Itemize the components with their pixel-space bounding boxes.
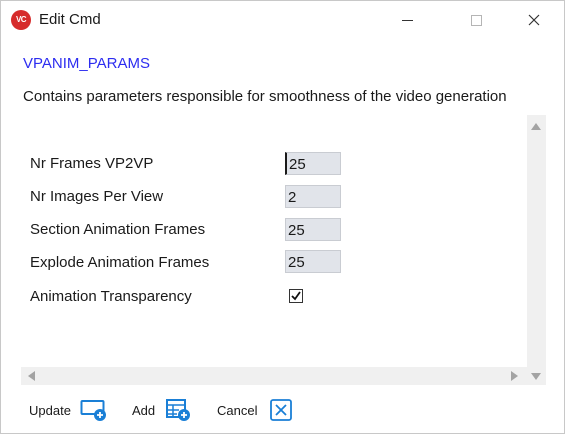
add-button[interactable]: Add (132, 397, 193, 423)
param-label-nr-frames-vp2vp: Nr Frames VP2VP (30, 155, 154, 172)
explode-animation-frames-input[interactable] (285, 250, 341, 273)
update-button-label: Update (29, 402, 71, 418)
cancel-button-label: Cancel (217, 402, 258, 418)
cancel-x-icon (270, 399, 293, 421)
add-button-label: Add (132, 402, 156, 418)
close-button[interactable] (511, 1, 557, 39)
maximize-button[interactable] (453, 1, 499, 39)
param-label-section-animation-frames: Section Animation Frames (30, 221, 206, 238)
param-label-nr-images-per-view: Nr Images Per View (30, 188, 164, 205)
add-table-icon (166, 399, 191, 421)
minimize-icon (401, 19, 413, 21)
param-label-explode-animation-frames: Explode Animation Frames (30, 254, 210, 271)
scroll-right-arrow-icon[interactable] (511, 371, 518, 381)
app-logo-icon: VC (11, 10, 31, 30)
nr-images-per-view-input[interactable] (285, 185, 341, 208)
title-bar[interactable]: VC Edit Cmd (1, 1, 564, 39)
animation-transparency-checkbox[interactable] (289, 289, 303, 303)
cancel-button[interactable]: Cancel (217, 397, 293, 423)
checkmark-icon (291, 291, 301, 301)
maximize-icon (470, 14, 482, 26)
scroll-left-arrow-icon[interactable] (28, 371, 35, 381)
update-button[interactable]: Update (29, 397, 108, 423)
command-name: VPANIM_PARAMS (23, 55, 150, 72)
close-icon (528, 14, 540, 26)
scroll-down-arrow-icon[interactable] (531, 373, 541, 380)
horizontal-scrollbar[interactable] (21, 367, 527, 385)
vertical-scrollbar[interactable] (527, 115, 546, 385)
update-monitor-icon (80, 400, 106, 421)
window-title: Edit Cmd (39, 11, 101, 28)
command-description: Contains parameters responsible for smoo… (23, 88, 507, 105)
edit-cmd-window: VC Edit Cmd VPANIM_PARAMS Contains param… (0, 0, 565, 434)
param-label-animation-transparency: Animation Transparency (30, 288, 192, 305)
section-animation-frames-input[interactable] (285, 218, 341, 241)
scroll-up-arrow-icon[interactable] (531, 123, 541, 130)
nr-frames-vp2vp-input[interactable] (285, 152, 341, 175)
minimize-button[interactable] (384, 1, 430, 39)
